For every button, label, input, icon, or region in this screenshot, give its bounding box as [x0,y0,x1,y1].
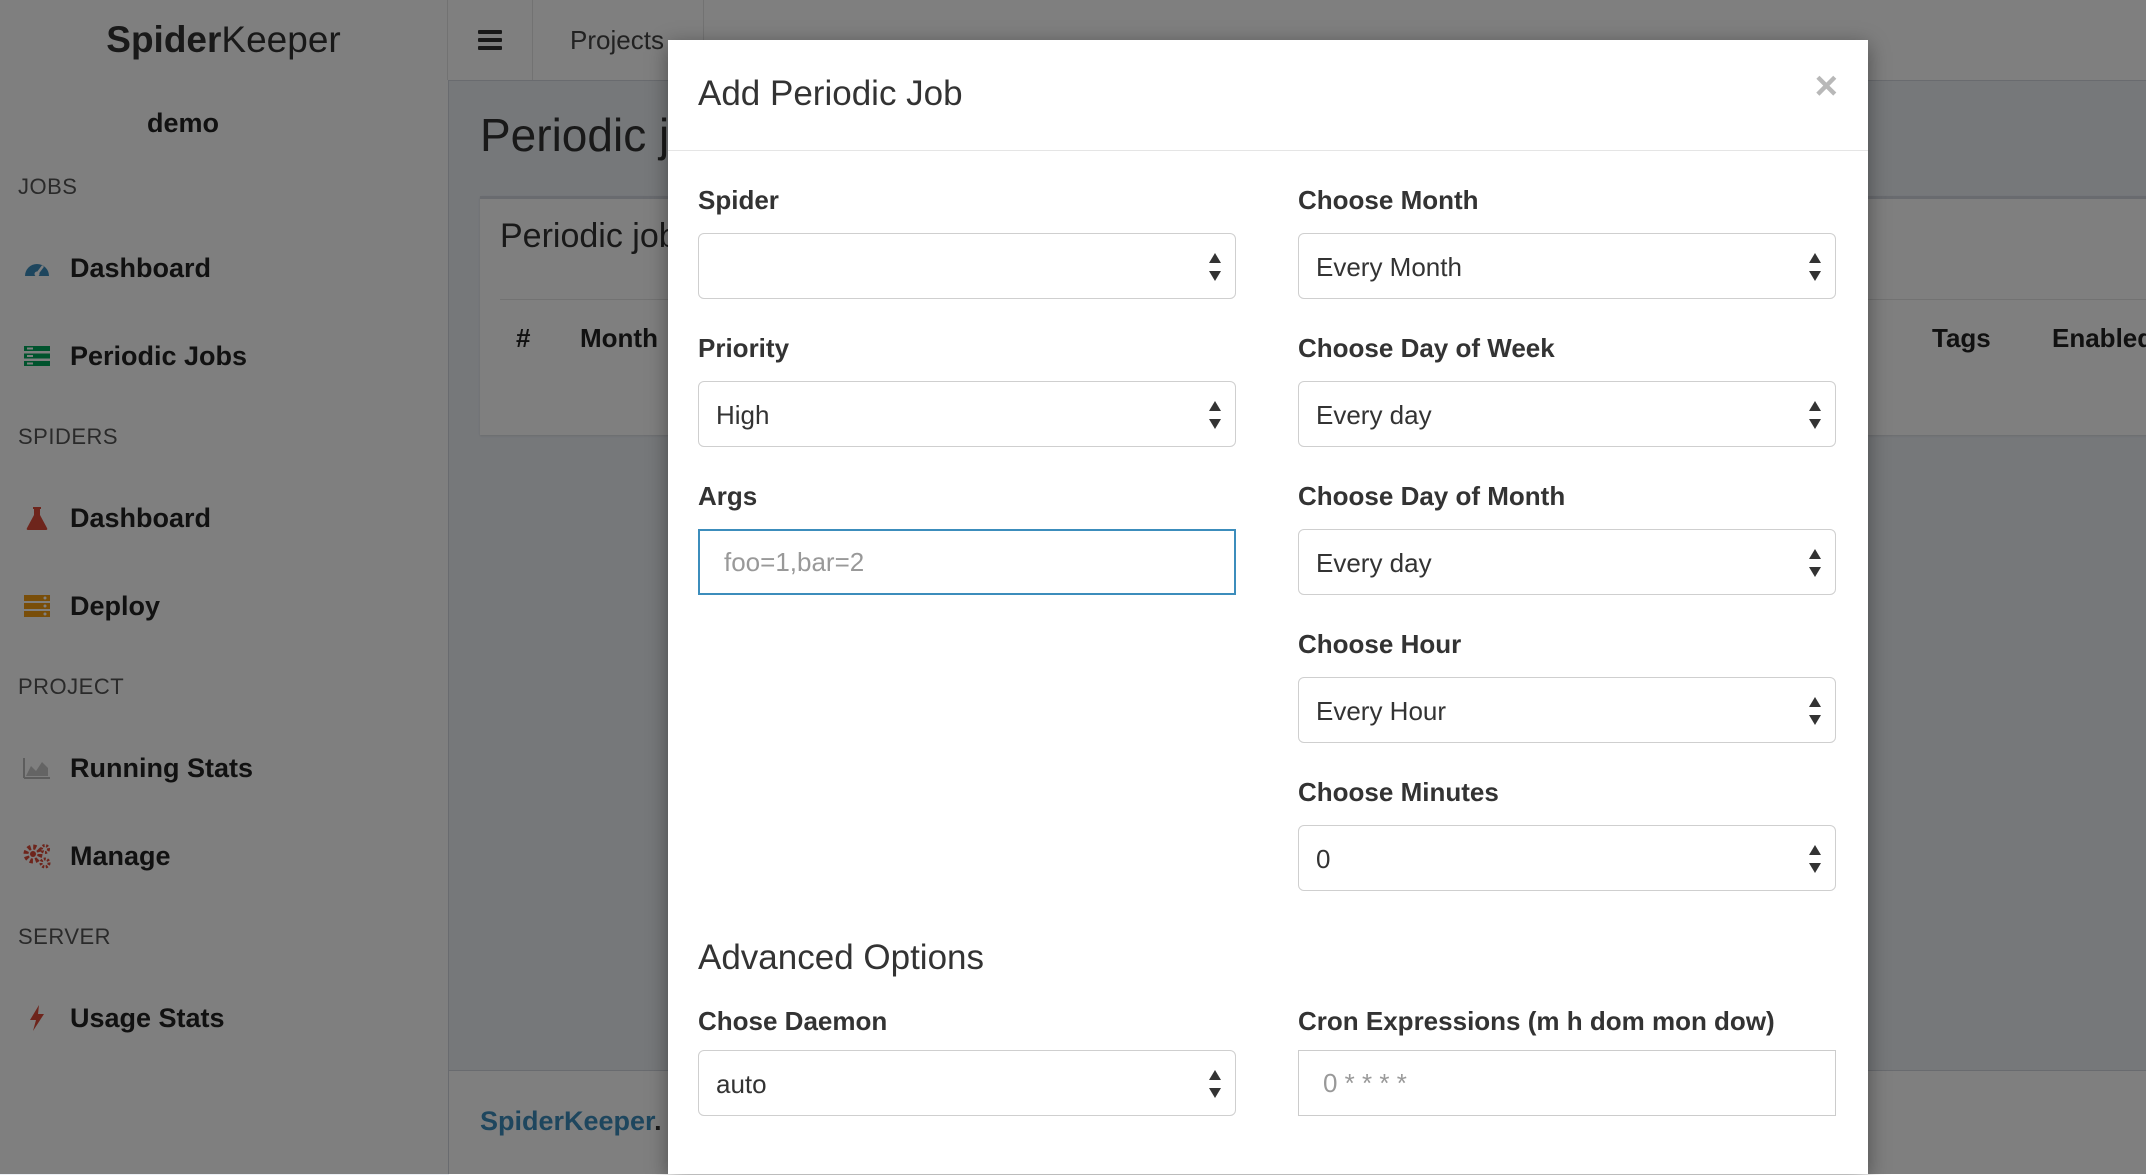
priority-select[interactable]: High [698,381,1236,447]
day-of-month-select-value: Every day [1316,548,1432,578]
hour-label: Choose Hour [1298,629,1462,659]
month-select-value: Every Month [1316,252,1462,282]
modal-header: Add Periodic Job × [668,40,1868,151]
day-of-week-label: Choose Day of Week [1298,333,1555,363]
args-input[interactable] [698,529,1236,595]
select-arrows-icon [1809,253,1821,281]
minutes-label: Choose Minutes [1298,777,1499,807]
day-of-week-select-value: Every day [1316,400,1432,430]
cron-label: Cron Expressions (m h dom mon dow) [1298,1006,1775,1036]
spider-select[interactable] [698,233,1236,299]
day-of-month-label: Choose Day of Month [1298,481,1566,511]
select-arrows-icon [1209,253,1221,281]
month-label: Choose Month [1298,185,1479,215]
add-periodic-job-modal: Add Periodic Job × Spider Priority High … [668,40,1868,1174]
daemon-label: Chose Daemon [698,1006,888,1036]
select-arrows-icon [1209,1070,1221,1098]
spider-label: Spider [698,185,779,215]
daemon-select[interactable]: auto [698,1050,1236,1116]
daemon-select-value: auto [716,1069,767,1099]
select-arrows-icon [1809,845,1821,873]
hour-select-value: Every Hour [1316,696,1447,726]
modal-title: Add Periodic Job [698,74,963,113]
month-select[interactable]: Every Month [1298,233,1836,299]
priority-select-value: High [716,400,770,430]
cron-expression-input[interactable] [1298,1050,1836,1116]
hour-select[interactable]: Every Hour [1298,677,1836,743]
priority-label: Priority [698,333,790,363]
args-label: Args [698,481,758,511]
select-arrows-icon [1809,549,1821,577]
minutes-select-value: 0 [1316,844,1331,874]
day-of-week-select[interactable]: Every day [1298,381,1836,447]
select-arrows-icon [1209,401,1221,429]
select-arrows-icon [1809,401,1821,429]
close-icon[interactable]: × [1815,66,1838,106]
minutes-select[interactable]: 0 [1298,825,1836,891]
advanced-options-title: Advanced Options [698,938,985,977]
select-arrows-icon [1809,697,1821,725]
day-of-month-select[interactable]: Every day [1298,529,1836,595]
